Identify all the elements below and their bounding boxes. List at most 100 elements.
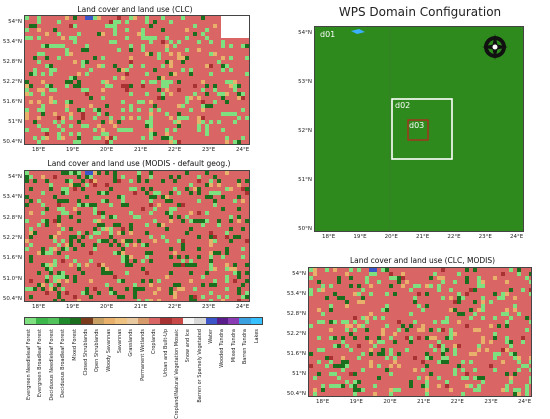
lon-tick-label: 18°E bbox=[316, 399, 330, 405]
lon-tick-label: 20°E bbox=[100, 304, 114, 310]
lat-tick-label: 52.2°N bbox=[2, 235, 22, 241]
lon-tick-label: 20°E bbox=[384, 234, 398, 240]
legend-label: Wooded Tundra bbox=[219, 329, 226, 368]
lon-tick-label: 22°E bbox=[450, 399, 464, 405]
legend-label: Deciduous Needleleaf Forest bbox=[48, 329, 55, 401]
legend-label: Mixed Tundra bbox=[230, 329, 237, 363]
lon-tick-label: 24°E bbox=[510, 234, 524, 240]
legend-swatch bbox=[182, 318, 195, 324]
legend-swatch bbox=[25, 318, 37, 324]
legend-swatch bbox=[149, 318, 161, 324]
lon-tick-label: 19°E bbox=[66, 147, 80, 153]
legend-swatch bbox=[58, 318, 71, 324]
lon-tick-label: 24°E bbox=[236, 304, 250, 310]
lat-tick-label: 50.4°N bbox=[286, 391, 306, 397]
legend-label: Woody Savannas bbox=[105, 329, 112, 372]
legend-label: Urban and Built-Up bbox=[162, 329, 169, 377]
legend-label: Grasslands bbox=[128, 329, 135, 357]
legend-swatch bbox=[70, 318, 82, 324]
d02-label: d02 bbox=[395, 101, 410, 110]
lat-tick-label: 51°N bbox=[298, 177, 312, 183]
lon-tick-label: 20°E bbox=[383, 399, 397, 405]
legend-label: Deciduous Broadleaf Forest bbox=[60, 329, 67, 398]
clc-panel-title: Land cover and land use (CLC) bbox=[77, 5, 193, 14]
legend-label: Evergreen Broadleaf Forest bbox=[37, 329, 44, 398]
lat-tick-label: 52.2°N bbox=[286, 331, 306, 337]
lon-tick-label: 22°E bbox=[168, 304, 182, 310]
legend-swatch bbox=[250, 318, 262, 324]
legend-swatch bbox=[194, 318, 206, 324]
legend-swatch bbox=[103, 318, 116, 324]
legend-label: Lakes bbox=[253, 329, 260, 344]
legend-label: Barren Tundra bbox=[242, 329, 249, 365]
clc-map bbox=[24, 15, 250, 145]
lon-tick-label: 19°E bbox=[353, 234, 367, 240]
legend-label: Barren or Sparsely Vegetated bbox=[196, 329, 203, 403]
legend-swatch bbox=[137, 318, 150, 324]
lat-tick-label: 54°N bbox=[298, 30, 312, 36]
lat-tick-label: 54°N bbox=[292, 271, 306, 277]
lat-tick-label: 50.4°N bbox=[2, 139, 22, 145]
wps-domain-map: d01 d02 d03 bbox=[314, 26, 524, 232]
legend-label: Water bbox=[208, 329, 215, 344]
lon-tick-label: 20°E bbox=[100, 147, 114, 153]
legend-swatch bbox=[92, 318, 104, 324]
lat-tick-label: 52°N bbox=[298, 128, 312, 134]
lat-tick-label: 51°N bbox=[292, 371, 306, 377]
lon-tick-label: 22°E bbox=[168, 147, 182, 153]
lon-tick-label: 21°E bbox=[416, 234, 430, 240]
legend-label: Mixed Forest bbox=[71, 329, 78, 361]
legend-swatch bbox=[115, 318, 127, 324]
lon-tick-label: 21°E bbox=[417, 399, 431, 405]
legend-label: Closed Shrublands bbox=[82, 329, 89, 376]
clc-modis-raster bbox=[309, 268, 531, 396]
legend-label: Snow and Ice bbox=[185, 329, 192, 363]
modis-panel-title: Land cover and land use (MODIS - default… bbox=[47, 159, 231, 168]
clc-modis-map bbox=[308, 267, 532, 397]
lon-tick-label: 19°E bbox=[349, 399, 363, 405]
legend-label: Cropland/Natural Vegetation Mosaic bbox=[173, 329, 180, 419]
modis-map bbox=[24, 170, 250, 302]
legend-label: Croplands bbox=[151, 329, 158, 355]
lon-tick-label: 23°E bbox=[202, 304, 216, 310]
lon-tick-label: 21°E bbox=[134, 147, 148, 153]
legend-swatch bbox=[36, 318, 48, 324]
lon-tick-label: 18°E bbox=[32, 304, 46, 310]
clc-modis-panel-title: Land cover and land use (CLC, MODIS) bbox=[349, 256, 496, 265]
lat-tick-label: 51.6°N bbox=[286, 351, 306, 357]
lon-tick-label: 24°E bbox=[518, 399, 532, 405]
lat-tick-label: 53°N bbox=[298, 79, 312, 85]
lat-tick-label: 53.4°N bbox=[2, 194, 22, 201]
lon-tick-label: 22°E bbox=[447, 234, 461, 240]
lat-tick-label: 51.0°N bbox=[2, 275, 22, 282]
legend-swatch bbox=[205, 318, 217, 324]
lat-tick-label: 51.6°N bbox=[2, 255, 22, 262]
lon-tick-label: 24°E bbox=[236, 147, 250, 153]
d03-label: d03 bbox=[409, 121, 424, 130]
legend-swatch bbox=[171, 318, 183, 324]
lon-tick-label: 18°E bbox=[32, 147, 46, 153]
legend-label: Permanent Wetlands bbox=[139, 329, 146, 381]
legend-swatch bbox=[47, 318, 59, 324]
lat-tick-label: 52.8°N bbox=[2, 59, 22, 65]
landcover-legend-colorbar bbox=[24, 317, 263, 325]
lat-tick-label: 52.8°N bbox=[286, 311, 306, 317]
modis-raster bbox=[25, 171, 249, 301]
clc-raster bbox=[25, 16, 249, 144]
lat-tick-label: 52.2°N bbox=[2, 79, 22, 85]
lat-tick-label: 50°N bbox=[298, 226, 312, 232]
lon-tick-label: 23°E bbox=[478, 234, 492, 240]
lat-tick-label: 54°N bbox=[8, 174, 22, 180]
lat-tick-label: 50.4°N bbox=[2, 296, 22, 302]
d01-label: d01 bbox=[320, 30, 335, 39]
lon-tick-label: 21°E bbox=[134, 304, 148, 310]
lon-tick-label: 19°E bbox=[66, 304, 80, 310]
lon-tick-label: 18°E bbox=[322, 234, 336, 240]
lat-tick-label: 53.4°N bbox=[286, 291, 306, 297]
legend-swatch bbox=[160, 318, 172, 324]
wps-panel-title: WPS Domain Configuration bbox=[338, 5, 502, 19]
lat-tick-label: 54°N bbox=[8, 19, 22, 25]
lat-tick-label: 51.6°N bbox=[2, 99, 22, 105]
lon-tick-label: 23°E bbox=[202, 147, 216, 153]
legend-swatch bbox=[216, 318, 229, 324]
